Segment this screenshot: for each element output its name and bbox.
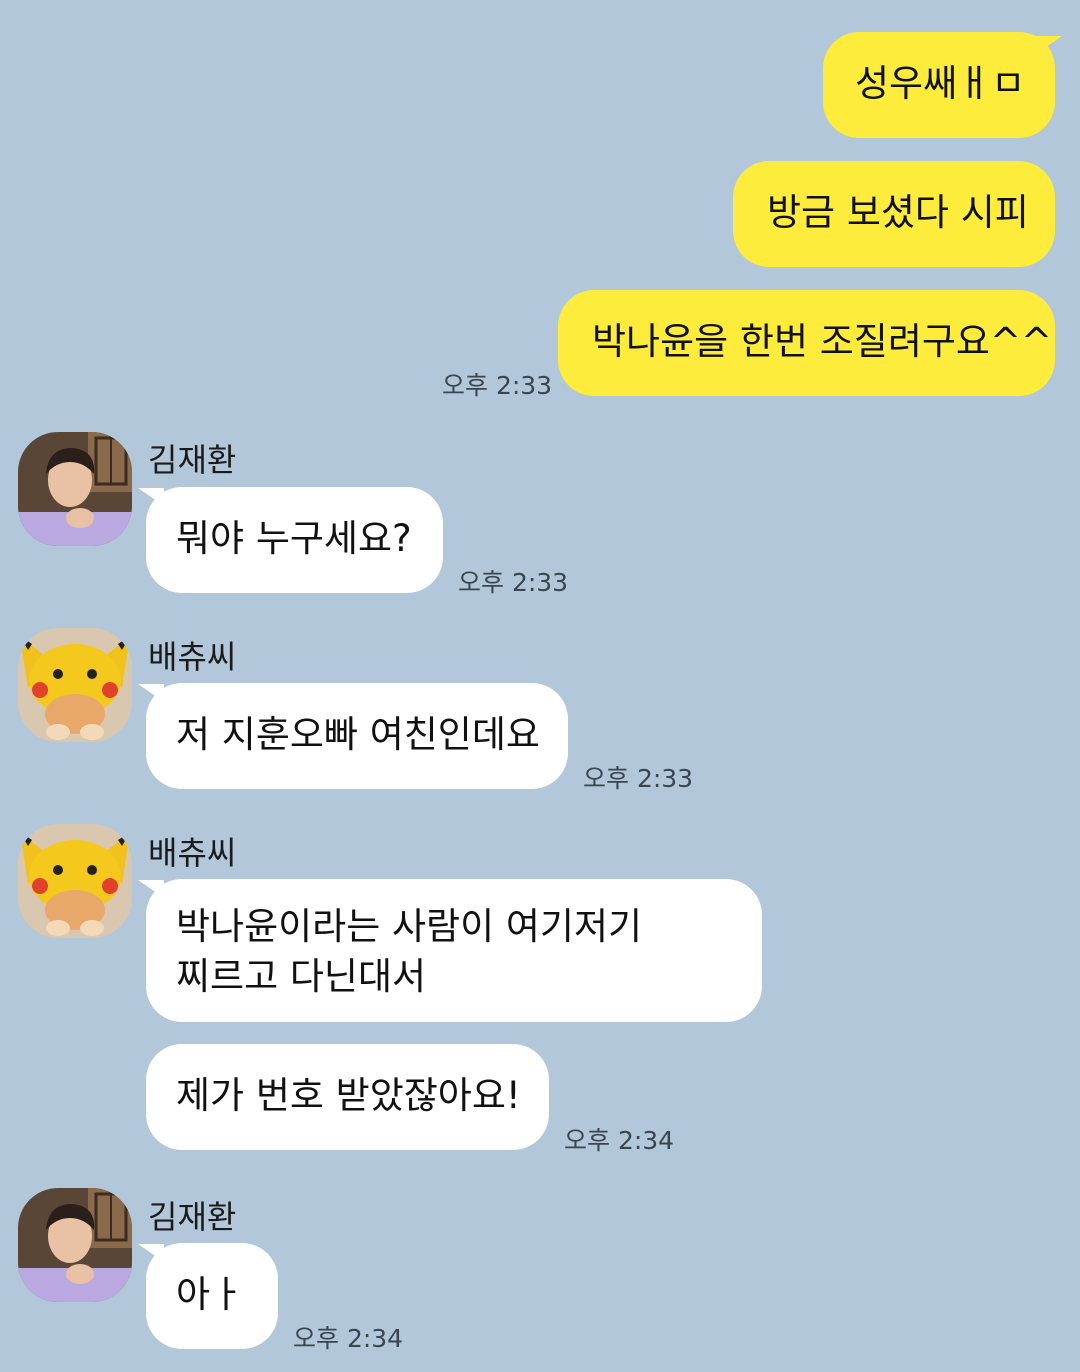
boy-portrait-avatar[interactable] [18, 432, 132, 546]
received-message-bubble[interactable]: 박나윤이라는 사람이 여기저기 찌르고 다닌대서 [146, 879, 762, 1022]
received-message-bubble[interactable]: 뭐야 누구세요? [146, 487, 443, 593]
received-message-bubble[interactable]: 아ㅏ [146, 1243, 278, 1349]
message-timestamp: 오후 2:34 [293, 1324, 404, 1353]
message-timestamp: 오후 2:33 [442, 371, 553, 400]
boy-portrait-avatar[interactable] [18, 1188, 132, 1302]
message-timestamp: 오후 2:34 [564, 1126, 675, 1155]
my-message-bubble[interactable]: 박나윤을 한번 조질려구요^^ [558, 290, 1055, 396]
message-text: 뭐야 누구세요? [176, 517, 412, 560]
received-message-bubble[interactable]: 저 지훈오빠 여친인데요 [146, 683, 568, 789]
sender-name: 김재환 [148, 441, 237, 479]
bubble-tail [1036, 36, 1062, 54]
sender-name: 김재환 [148, 1198, 237, 1236]
message-text: 아ㅏ [176, 1273, 245, 1316]
message-text: 제가 번호 받았잖아요! [176, 1074, 521, 1117]
pikachu-cat-avatar[interactable] [18, 824, 132, 938]
message-text-line: 찌르고 다닌대서 [176, 955, 427, 998]
received-message-bubble[interactable]: 제가 번호 받았잖아요! [146, 1044, 549, 1150]
message-timestamp: 오후 2:33 [583, 764, 694, 793]
message-text: 박나윤을 한번 조질려구요^^ [592, 320, 1052, 363]
pikachu-cat-avatar[interactable] [18, 628, 132, 742]
message-text: 방금 보셨다 시피 [767, 191, 1029, 234]
message-timestamp: 오후 2:33 [458, 568, 569, 597]
my-message-bubble[interactable]: 방금 보셨다 시피 [733, 161, 1055, 267]
message-text: 성우쌔ㅐㅁ [855, 62, 1026, 105]
message-text-line: 박나윤이라는 사람이 여기저기 [176, 905, 643, 948]
sender-name: 배츄씨 [148, 638, 237, 676]
message-text: 저 지훈오빠 여친인데요 [176, 713, 540, 756]
sender-name: 배츄씨 [148, 834, 237, 872]
my-message-bubble[interactable]: 성우쌔ㅐㅁ [823, 32, 1055, 138]
